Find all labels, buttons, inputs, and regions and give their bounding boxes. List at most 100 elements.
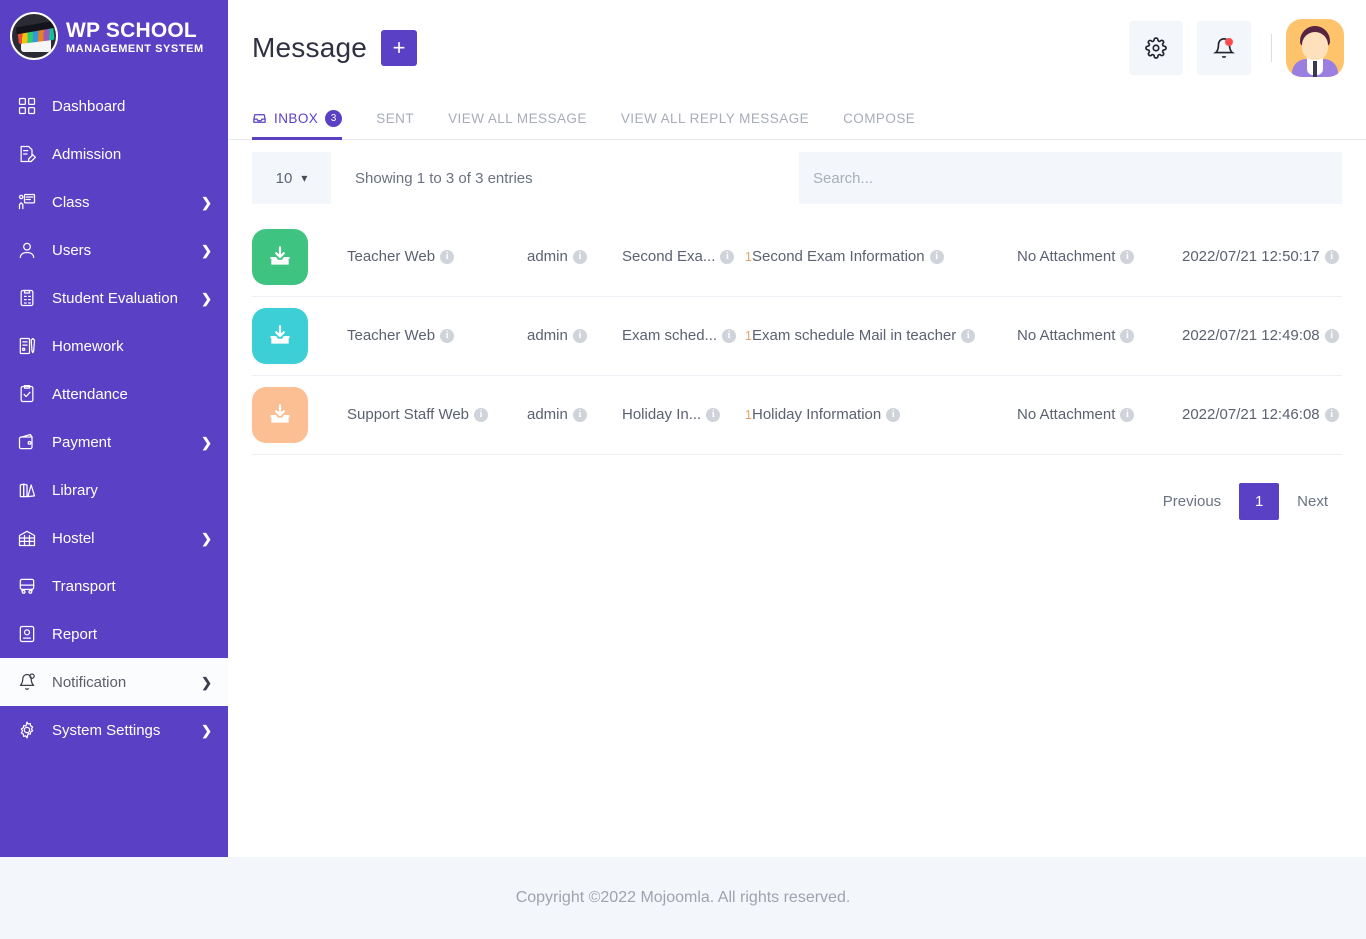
sidebar-item-label: Student Evaluation — [52, 289, 178, 307]
tab-sent[interactable]: SENT — [376, 96, 426, 139]
tab-compose[interactable]: COMPOSE — [843, 96, 927, 139]
sidebar-item-student-evaluation[interactable]: Student Evaluation ❯ — [0, 274, 228, 322]
inbox-download-icon[interactable] — [252, 387, 308, 443]
sidebar-item-report[interactable]: Report — [0, 610, 228, 658]
table-row[interactable]: Teacher Web i admin i 1 Second Exa... i Second … — [252, 218, 1342, 297]
hostel-icon — [14, 528, 40, 548]
table-controls: 10 ▾ Showing 1 to 3 of 3 entries — [228, 140, 1366, 204]
row-subject-cell: 1 Exam sched... i — [622, 326, 752, 346]
body-info-icon[interactable]: i — [929, 249, 944, 264]
date-info-icon[interactable]: i — [1324, 328, 1339, 343]
attachment-info-icon[interactable]: i — [1120, 249, 1135, 264]
user-info-icon[interactable]: i — [572, 407, 587, 422]
attachment-info-icon[interactable]: i — [1120, 407, 1135, 422]
sidebar-item-label: Report — [52, 625, 98, 643]
sidebar-item-dashboard[interactable]: Dashboard — [0, 82, 228, 130]
pagination-page-1[interactable]: 1 — [1239, 483, 1280, 520]
from-info-icon[interactable]: i — [440, 328, 455, 343]
chevron-right-icon: ❯ — [201, 194, 212, 210]
sidebar-item-users[interactable]: Users ❯ — [0, 226, 228, 274]
user-info-icon[interactable]: i — [572, 249, 587, 264]
row-subject: Exam sched... — [622, 327, 718, 344]
sidebar-item-transport[interactable]: Transport — [0, 562, 228, 610]
pagination-next[interactable]: Next — [1285, 484, 1340, 519]
sidebar-item-payment[interactable]: Payment ❯ — [0, 418, 228, 466]
tab-badge: 3 — [325, 110, 343, 127]
date-info-icon[interactable]: i — [1324, 407, 1339, 422]
row-attachment-cell: No Attachment i — [1017, 327, 1182, 345]
books-icon — [14, 480, 40, 500]
graduation-cap-logo — [10, 12, 58, 60]
book-pen-icon — [14, 336, 40, 356]
sidebar-item-label: Notification — [52, 673, 127, 691]
sidebar-item-homework[interactable]: Homework — [0, 322, 228, 370]
sidebar-item-label: Class — [52, 193, 90, 211]
sidebar-item-admission[interactable]: Admission — [0, 130, 228, 178]
sidebar-item-label: Attendance — [52, 385, 128, 403]
grid-icon — [18, 97, 36, 115]
page-length-select[interactable]: 10 ▾ — [252, 152, 331, 204]
user-info-icon[interactable]: i — [572, 328, 587, 343]
avatar[interactable] — [1286, 19, 1344, 77]
copyright-text: Copyright ©2022 Mojoomla. All rights res… — [515, 889, 851, 906]
row-from: Support Staff Web — [347, 406, 470, 423]
sidebar-item-label: Payment — [52, 433, 112, 451]
sidebar-nav: Dashboard Admission Class ❯ Users ❯ Student Ev… — [0, 72, 228, 754]
tab-inbox[interactable]: INBOX 3 — [252, 96, 354, 140]
brand[interactable]: WP SCHOOL MANAGEMENT SYSTEM — [0, 0, 228, 72]
attachment-info-icon[interactable]: i — [1120, 328, 1135, 343]
tab-label: COMPOSE — [843, 111, 916, 126]
row-attachment: No Attachment — [1017, 327, 1116, 344]
sidebar-item-system-settings[interactable]: System Settings ❯ — [0, 706, 228, 754]
body-info-icon[interactable]: i — [886, 407, 901, 422]
sidebar-item-label: Transport — [52, 577, 116, 595]
row-subject-count: 1 — [744, 328, 752, 343]
table-row[interactable]: Teacher Web i admin i 1 Exam sched... i Exam sc… — [252, 297, 1342, 376]
row-user: admin — [527, 248, 568, 265]
from-info-icon[interactable]: i — [440, 249, 455, 264]
date-info-icon[interactable]: i — [1324, 249, 1339, 264]
subject-info-icon[interactable]: i — [722, 328, 737, 343]
sidebar-item-label: Users — [52, 241, 92, 259]
subject-info-icon[interactable]: i — [706, 407, 721, 422]
settings-button[interactable] — [1129, 21, 1183, 75]
tab-label: VIEW ALL MESSAGE — [448, 111, 587, 126]
sidebar-item-library[interactable]: Library — [0, 466, 228, 514]
sidebar-item-class[interactable]: Class ❯ — [0, 178, 228, 226]
grid-icon — [14, 96, 40, 116]
row-date-cell: 2022/07/21 12:49:08 i — [1182, 327, 1342, 345]
row-body-cell: Exam schedule Mail in teacher i — [752, 327, 1017, 345]
tab-view-all-reply-message[interactable]: VIEW ALL REPLY MESSAGE — [621, 96, 821, 139]
inbox-download-icon[interactable] — [252, 229, 308, 285]
tab-label: INBOX — [274, 111, 319, 126]
row-body: Holiday Information — [752, 406, 882, 423]
add-message-button[interactable]: + — [381, 30, 418, 66]
row-date: 2022/07/21 12:46:08 — [1182, 406, 1320, 423]
clipboard-check-icon — [14, 384, 40, 404]
chevron-right-icon: ❯ — [201, 722, 212, 738]
brand-subtitle: MANAGEMENT SYSTEM — [66, 42, 204, 55]
pagination-previous[interactable]: Previous — [1151, 484, 1233, 519]
row-date-cell: 2022/07/21 12:50:17 i — [1182, 248, 1342, 266]
brand-title: WP SCHOOL — [66, 18, 197, 42]
search-input[interactable] — [799, 152, 1342, 204]
pagination: Previous 1 Next — [228, 455, 1366, 520]
table-row[interactable]: Support Staff Web i admin i 1 Holiday In... i H… — [252, 376, 1342, 455]
from-info-icon[interactable]: i — [474, 407, 489, 422]
notification-button[interactable] — [1197, 21, 1251, 75]
chevron-right-icon: ❯ — [201, 674, 212, 690]
sidebar-item-hostel[interactable]: Hostel ❯ — [0, 514, 228, 562]
inbox-icon — [252, 111, 267, 126]
sidebar-item-attendance[interactable]: Attendance — [0, 370, 228, 418]
report-icon — [19, 625, 35, 643]
sidebar-item-label: System Settings — [52, 721, 161, 739]
bell-icon — [14, 672, 40, 692]
inbox-download-icon[interactable] — [252, 308, 308, 364]
subject-info-icon[interactable]: i — [720, 249, 735, 264]
sidebar-item-notification[interactable]: Notification ❯ — [0, 658, 228, 706]
row-subject: Holiday In... — [622, 406, 702, 423]
tab-view-all-message[interactable]: VIEW ALL MESSAGE — [448, 96, 599, 139]
body-info-icon[interactable]: i — [961, 328, 976, 343]
sidebar-item-label: Hostel — [52, 529, 95, 547]
row-from-cell: Teacher Web i — [347, 327, 527, 345]
